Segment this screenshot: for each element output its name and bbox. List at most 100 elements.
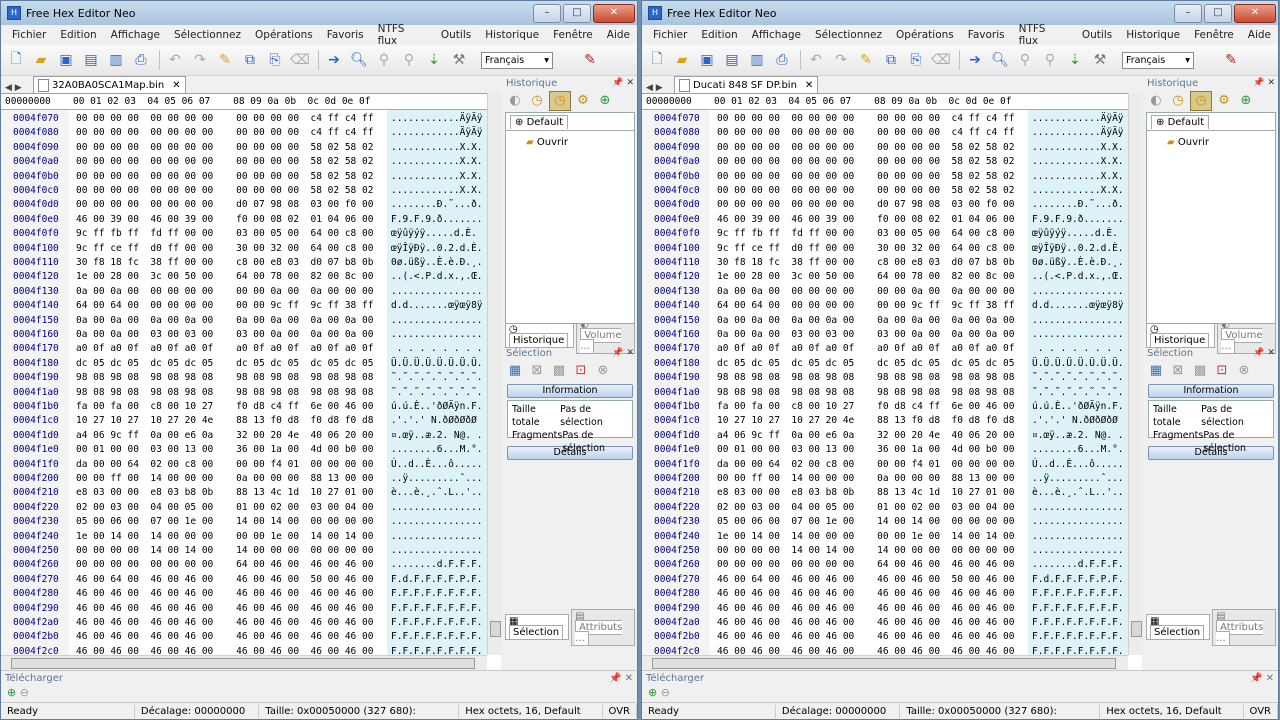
row-ascii[interactable]: F.d.F.F.F.F.P.F. (391, 574, 483, 585)
pin-close-icons[interactable]: 📌 ✕ (1253, 78, 1275, 88)
undo-icon[interactable]: ↶ (805, 49, 827, 71)
select-block-icon[interactable]: ▩ (549, 362, 569, 380)
row-ascii[interactable]: ............X.X. (1032, 156, 1124, 167)
row-hex-bytes[interactable]: 30 f8 18 fc 38 ff 00 00 c8 00 e8 03 d0 0… (717, 257, 1014, 268)
row-ascii[interactable]: ................ (1032, 531, 1124, 542)
row-ascii[interactable]: ............ÄÿÄÿ (1032, 127, 1124, 138)
find-next-icon[interactable]: ⚲ (373, 49, 395, 71)
menu-ntfs-flux[interactable]: NTFS flux (371, 23, 434, 47)
information-button[interactable]: Information (1148, 384, 1274, 398)
open-folder-icon[interactable]: ▰ (30, 49, 52, 71)
pin-close-icons[interactable]: 📌 ✕ (612, 78, 634, 88)
row-ascii[interactable]: 0ø.üßÿ..È.è.Ð.¸. (391, 257, 483, 268)
hex-editor[interactable]: ◀ ▶ Ducati 848 SF DP.bin ✕ 00000000 00 0… (642, 76, 1143, 670)
hex-body[interactable]: 0004f070 00 00 00 00 00 00 00 00 00 00 00… (642, 110, 1128, 655)
row-ascii[interactable]: ............ÄÿÄÿ (391, 113, 483, 124)
row-hex-bytes[interactable]: 0a 00 0a 00 00 00 00 00 00 00 0a 00 0a 0… (76, 286, 373, 297)
row-ascii[interactable]: ................ (391, 329, 483, 340)
invert-selection-icon[interactable]: ⊗ (593, 362, 613, 380)
row-ascii[interactable]: ............X.X. (391, 171, 483, 182)
row-hex-bytes[interactable]: 0a 00 0a 00 0a 00 0a 00 0a 00 0a 00 0a 0… (717, 315, 1014, 326)
new-file-icon[interactable]: 🗋 (646, 49, 668, 71)
bookmark-icon[interactable]: ⇣ (1064, 49, 1086, 71)
pin-close-icons[interactable]: 📌 ✕ (1253, 348, 1275, 358)
row-hex-bytes[interactable]: da 00 00 64 02 00 c8 00 00 00 f4 01 00 0… (717, 459, 1014, 470)
help-icon[interactable]: ✎ (1220, 49, 1242, 71)
row-ascii[interactable]: ............X.X. (1032, 171, 1124, 182)
tab-selection[interactable]: ▦ Sélection (505, 614, 570, 640)
row-hex-bytes[interactable]: 1e 00 14 00 14 00 00 00 00 00 1e 00 14 0… (717, 531, 1014, 542)
row-hex-bytes[interactable]: 98 08 98 08 98 08 98 08 98 08 98 08 98 0… (76, 372, 373, 383)
row-ascii[interactable]: ................ (391, 502, 483, 513)
row-hex-bytes[interactable]: 46 00 64 00 46 00 46 00 46 00 46 00 50 0… (76, 574, 373, 585)
select-range-icon[interactable]: ⊡ (1212, 362, 1232, 380)
row-ascii[interactable]: ................ (1032, 315, 1124, 326)
row-hex-bytes[interactable]: 46 00 46 00 46 00 46 00 46 00 46 00 46 0… (76, 631, 373, 642)
undo-icon[interactable]: ↶ (164, 49, 186, 71)
row-hex-bytes[interactable]: 1e 00 28 00 3c 00 50 00 64 00 78 00 82 0… (76, 271, 373, 282)
row-hex-bytes[interactable]: 00 00 00 00 00 00 00 00 00 00 00 00 58 0… (717, 142, 1014, 153)
menu-fichier[interactable]: Fichier (646, 29, 694, 41)
horizontal-scrollbar[interactable] (1, 655, 487, 670)
grid-icon[interactable]: ▦ (505, 362, 525, 380)
menu-selectionnez[interactable]: Sélectionnez (167, 29, 248, 41)
delete-icon[interactable]: ⌫ (289, 49, 311, 71)
menu-operations[interactable]: Opérations (248, 29, 320, 41)
edit-icon[interactable]: ✎ (855, 49, 877, 71)
menu-selectionnez[interactable]: Sélectionnez (808, 29, 889, 41)
row-ascii[interactable]: ..(.<.P.d.x.‚.Œ. (391, 271, 483, 282)
row-hex-bytes[interactable]: 98 08 98 08 98 08 98 08 98 08 98 08 98 0… (717, 387, 1014, 398)
row-ascii[interactable]: F.F.F.F.F.F.F.F. (391, 646, 483, 655)
tools-icon[interactable]: ⚒ (448, 49, 470, 71)
row-hex-bytes[interactable]: 98 08 98 08 98 08 98 08 98 08 98 08 98 0… (717, 372, 1014, 383)
row-ascii[interactable]: ............X.X. (1032, 185, 1124, 196)
row-hex-bytes[interactable]: 64 00 64 00 00 00 00 00 00 00 9c ff 9c f… (76, 300, 373, 311)
row-hex-bytes[interactable]: a4 06 9c ff 0a 00 e6 0a 32 00 20 4e 40 0… (717, 430, 1014, 441)
row-hex-bytes[interactable]: 00 00 00 00 14 00 14 00 14 00 00 00 00 0… (717, 545, 1014, 556)
row-ascii[interactable]: F.F.F.F.F.F.F.F. (391, 631, 483, 642)
menu-favoris[interactable]: Favoris (961, 29, 1012, 41)
close-button[interactable]: ✕ (1234, 3, 1276, 23)
row-ascii[interactable]: ¤.œÿ..æ.2. N@. . (1032, 430, 1124, 441)
row-ascii[interactable]: d.d.......œÿœÿ8ÿ (1032, 300, 1124, 311)
row-hex-bytes[interactable]: 9c ff fb ff fd ff 00 00 03 00 05 00 64 0… (717, 228, 1014, 239)
menu-operations[interactable]: Opérations (889, 29, 961, 41)
paste-icon[interactable]: ⎘ (264, 49, 286, 71)
download-add-icon[interactable]: ⊕ (7, 686, 16, 699)
row-hex-bytes[interactable]: fa 00 fa 00 c8 00 10 27 f0 d8 c4 ff 6e 0… (76, 401, 373, 412)
history-add-icon[interactable]: ⊕ (595, 92, 615, 110)
save-as-icon[interactable]: ▥ (746, 49, 768, 71)
row-ascii[interactable]: Ü.Ü.Ü.Ü.Ü.Ü.Ü.Ü. (1032, 358, 1124, 369)
row-ascii[interactable]: ........d.F.F.F. (1032, 559, 1124, 570)
close-button[interactable]: ✕ (593, 3, 635, 23)
row-ascii[interactable]: F.F.F.F.F.F.F.F. (1032, 603, 1124, 614)
history-back-icon[interactable]: ◐ (1146, 92, 1166, 110)
row-ascii[interactable]: F.d.F.F.F.F.P.F. (1032, 574, 1124, 585)
row-hex-bytes[interactable]: 46 00 46 00 46 00 46 00 46 00 46 00 46 0… (76, 646, 373, 655)
row-ascii[interactable]: ................ (1032, 286, 1124, 297)
menu-affichage[interactable]: Affichage (745, 29, 808, 41)
row-hex-bytes[interactable]: 00 00 00 00 00 00 00 00 d0 07 98 08 03 0… (717, 199, 1014, 210)
hex-editor[interactable]: ◀ ▶ 32A0BA0SCA1Map.bin ✕ 00000000 00 01 … (1, 76, 502, 670)
vertical-scrollbar[interactable] (1128, 93, 1143, 655)
menu-edition[interactable]: Edition (53, 29, 103, 41)
row-hex-bytes[interactable]: 02 00 03 00 04 00 05 00 01 00 02 00 03 0… (717, 502, 1014, 513)
row-hex-bytes[interactable]: 0a 00 0a 00 03 00 03 00 03 00 0a 00 0a 0… (717, 329, 1014, 340)
row-ascii[interactable]: ..ÿ.........ˆ... (391, 473, 483, 484)
delete-icon[interactable]: ⌫ (930, 49, 952, 71)
menu-favoris[interactable]: Favoris (320, 29, 371, 41)
row-ascii[interactable]: F.F.F.F.F.F.F.F. (1032, 646, 1124, 655)
row-ascii[interactable]: ¤.œÿ..æ.2. N@. . (391, 430, 483, 441)
row-ascii[interactable]: d.d.......œÿœÿ8ÿ (391, 300, 483, 311)
bookmark-icon[interactable]: ⇣ (423, 49, 445, 71)
row-ascii[interactable]: œÿûÿýÿ.....d.È. (1032, 228, 1118, 239)
save-icon[interactable]: ▣ (696, 49, 718, 71)
row-hex-bytes[interactable]: 0a 00 0a 00 00 00 00 00 00 00 0a 00 0a 0… (717, 286, 1014, 297)
scroll-thumb[interactable] (11, 658, 475, 669)
menu-fenetre[interactable]: Fenêtre (546, 29, 600, 41)
row-hex-bytes[interactable]: 0a 00 0a 00 03 00 03 00 03 00 0a 00 0a 0… (76, 329, 373, 340)
new-file-icon[interactable]: 🗋 (5, 49, 27, 71)
row-ascii[interactable]: F.9.F.9.ð....... (1032, 214, 1124, 225)
history-view-icon[interactable]: ◷ (1190, 91, 1212, 111)
row-ascii[interactable]: ˜.˜.˜.˜.˜.˜.˜.˜. (1032, 372, 1124, 383)
